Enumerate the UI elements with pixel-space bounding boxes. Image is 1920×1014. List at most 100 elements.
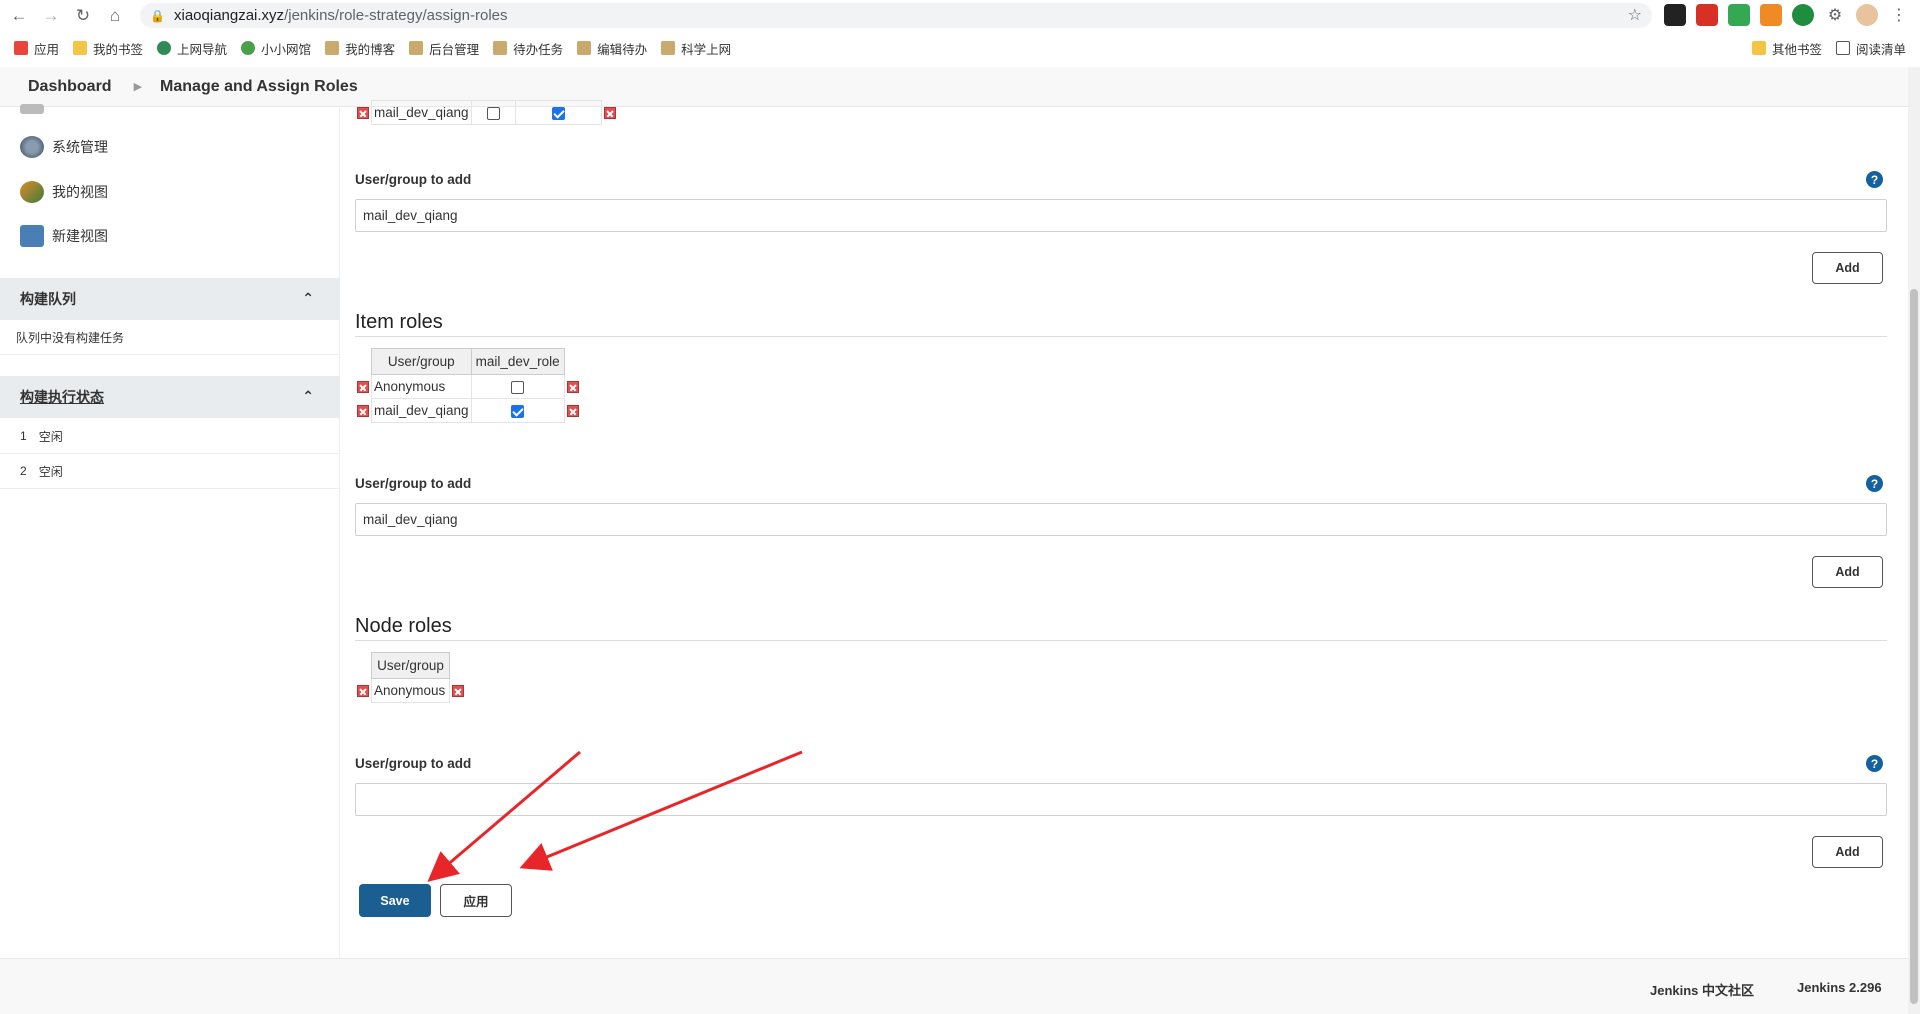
executor-row: 1 空闲 [0,419,340,454]
people-icon [20,181,44,203]
divider [355,336,1887,337]
reload-icon[interactable]: ↻ [70,3,96,29]
bookmark-item[interactable]: 应用 [14,36,59,60]
section-title-item-roles: Item roles [355,311,443,333]
delete-icon[interactable] [357,405,369,418]
extension-icon[interactable] [1760,4,1782,26]
sidebar-item-myviews[interactable]: 我的视图 [20,181,108,203]
delete-icon[interactable] [566,381,579,394]
list-icon [20,104,44,114]
star-icon[interactable]: ☆ [1628,5,1642,25]
gear-icon [20,136,44,158]
browser-toolbar: ← → ↻ ⌂ 🔒 xiaoqiangzai.xyz/jenkins/role-… [0,0,1920,31]
table-header-row: User/group [355,652,466,679]
user-group-add-label: User/group to add [355,476,472,491]
add-button[interactable]: Add [1812,556,1883,588]
role-checkbox[interactable] [511,404,525,418]
extension-icon[interactable] [1696,4,1718,26]
sidebar-item-partial[interactable] [20,102,52,116]
sidebar-item-newview[interactable]: 新建视图 [20,225,108,247]
shield-icon[interactable] [1728,4,1750,26]
footer: Jenkins 中文社区 Jenkins 2.296 [0,958,1908,1014]
breadcrumb-dashboard[interactable]: Dashboard [28,78,112,96]
build-queue-header[interactable]: 构建队列 ⌃ [0,278,340,320]
column-header: mail_dev_role [470,348,565,375]
globe-icon[interactable] [1792,4,1814,26]
role-checkbox[interactable] [511,380,525,394]
url-path: /jenkins/role-strategy/assign-roles [284,7,508,24]
bookmark-item[interactable]: 编辑待办 [577,36,647,60]
help-icon[interactable]: ? [1866,755,1883,772]
help-icon[interactable]: ? [1866,171,1883,188]
menu-icon[interactable]: ⋮ [1888,4,1910,26]
save-button[interactable]: Save [359,884,431,917]
forward-icon[interactable]: → [38,3,64,29]
bookmark-item[interactable]: 我的书签 [73,36,143,60]
extension-icon[interactable] [1664,4,1686,26]
bookmark-item[interactable]: 后台管理 [409,36,479,60]
table-row: mail_dev_qiang [355,100,618,125]
address-bar[interactable]: 🔒 xiaoqiangzai.xyz/jenkins/role-strategy… [140,3,1652,28]
bookmark-item[interactable]: 科学上网 [661,36,731,60]
puzzle-icon[interactable]: ⚙ [1824,4,1846,26]
section-title-node-roles: Node roles [355,615,452,637]
home-icon[interactable]: ⌂ [102,3,128,29]
chevron-right-icon: ▶ [133,81,143,93]
item-user-input[interactable]: mail_dev_qiang [355,503,1887,536]
build-queue-empty: 队列中没有构建任务 [0,320,340,355]
role-checkbox[interactable] [486,106,500,120]
bookmark-item[interactable]: 待办任务 [493,36,563,60]
node-user-input[interactable] [355,783,1887,816]
column-header: User/group [371,348,472,375]
chevron-up-icon[interactable]: ⌃ [302,388,314,405]
bookmark-item[interactable]: 我的博客 [325,36,395,60]
bookmark-item[interactable]: 小小网馆 [241,36,311,60]
user-cell: Anonymous [371,678,450,703]
column-header: User/group [371,652,450,679]
bookmarks-bar: 应用 我的书签 上网导航 小小网馆 我的博客 后台管理 待办任务 编辑待办 科学… [0,33,1920,63]
help-icon[interactable]: ? [1866,475,1883,492]
delete-icon[interactable] [603,107,616,120]
avatar[interactable] [1856,4,1878,26]
lock-icon: 🔒 [150,8,165,23]
delete-icon[interactable] [452,685,464,698]
delete-icon[interactable] [357,107,369,120]
reading-list[interactable]: 阅读清单 [1835,36,1906,60]
url-host: xiaoqiangzai.xyz [174,7,285,24]
sidebar-item-system[interactable]: 系统管理 [20,136,108,158]
breadcrumb: Dashboard ▶ Manage and Assign Roles [0,67,1908,107]
bookmark-folder[interactable]: 其他书签 [1751,36,1822,60]
footer-version[interactable]: Jenkins 2.296 [1797,980,1882,995]
chevron-up-icon[interactable]: ⌃ [302,290,314,307]
user-group-add-label: User/group to add [355,172,472,187]
executors-header[interactable]: 构建执行状态 ⌃ [0,376,340,418]
executor-row: 2 空闲 [0,454,340,489]
divider [355,640,1887,641]
delete-icon[interactable] [566,405,579,418]
item-roles-table: User/group mail_dev_role Anonymous mail_… [355,348,581,423]
scrollbar[interactable] [1908,67,1920,1014]
user-cell: Anonymous [371,374,472,399]
add-button[interactable]: Add [1812,252,1883,284]
global-user-input[interactable]: mail_dev_qiang [355,199,1887,232]
node-roles-table: User/group Anonymous [355,652,466,703]
table-row: Anonymous [355,678,466,703]
table-row: mail_dev_qiang [355,398,581,423]
global-roles-table: mail_dev_qiang [355,100,618,125]
user-group-add-label: User/group to add [355,756,472,771]
user-cell: mail_dev_qiang [371,398,472,423]
table-row: Anonymous [355,374,581,399]
add-button[interactable]: Add [1812,836,1883,868]
footer-community-link[interactable]: Jenkins 中文社区 [1650,980,1754,999]
breadcrumb-current[interactable]: Manage and Assign Roles [160,78,358,96]
table-header-row: User/group mail_dev_role [355,348,581,375]
apply-button[interactable]: 应用 [440,884,512,917]
bookmark-item[interactable]: 上网导航 [157,36,227,60]
user-cell: mail_dev_qiang [371,100,472,125]
delete-icon[interactable] [357,381,369,394]
back-icon[interactable]: ← [6,3,32,29]
role-checkbox[interactable] [551,106,565,120]
scrollbar-thumb[interactable] [1910,289,1918,1004]
sidebar: 系统管理 我的视图 新建视图 构建队列 ⌃ 队列中没有构建任务 构建执行状态 ⌃… [0,104,340,958]
delete-icon[interactable] [357,685,369,698]
